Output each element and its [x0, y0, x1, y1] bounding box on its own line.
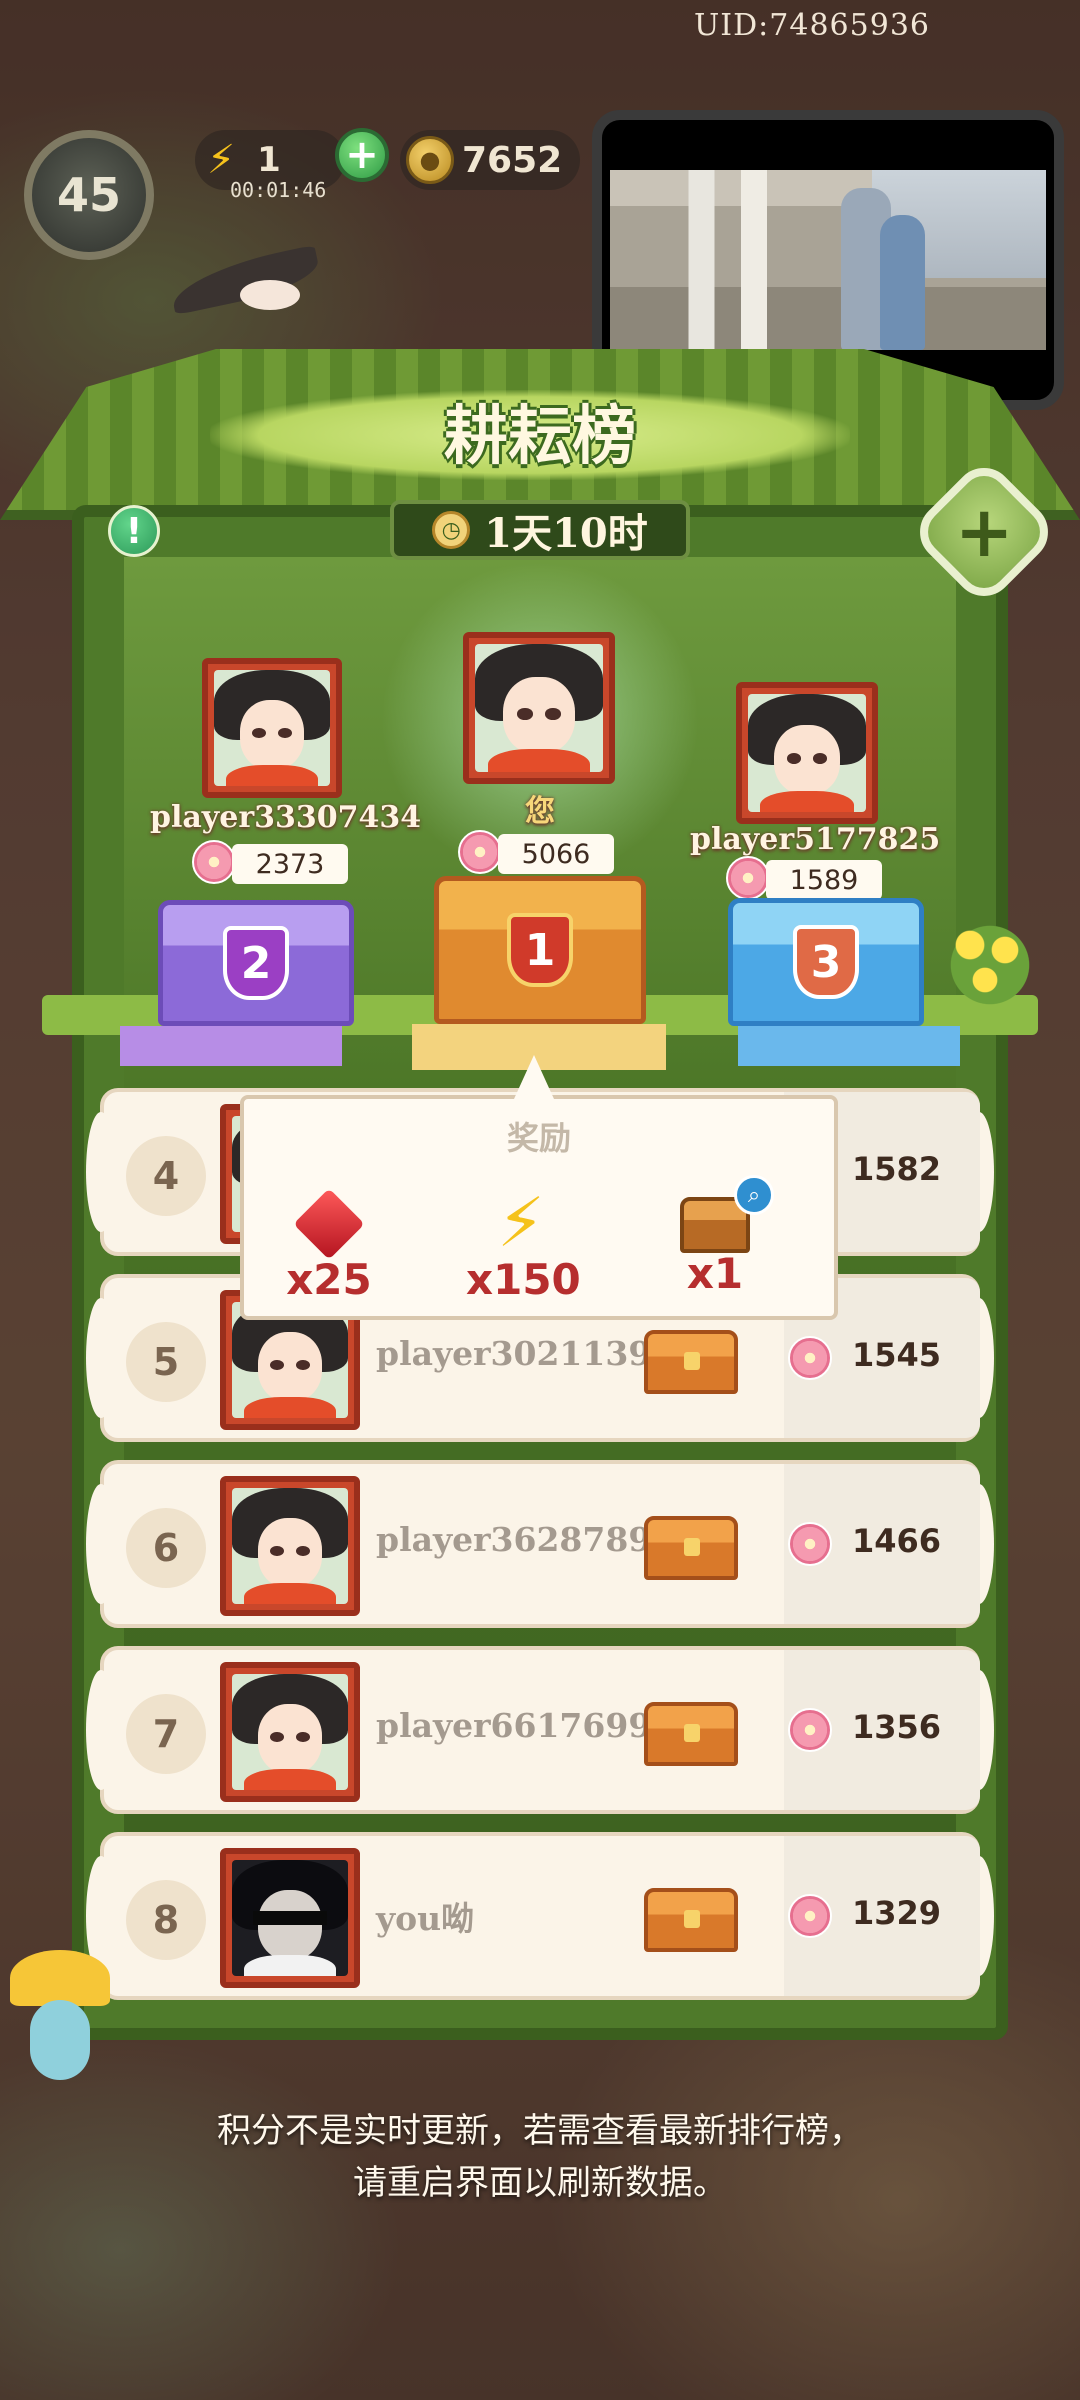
reward-chest-button[interactable] — [644, 1330, 738, 1394]
blossom-icon — [726, 856, 770, 900]
mascot-character[interactable] — [0, 1950, 120, 2100]
podium-name-1: 您 — [525, 794, 555, 829]
player-level-badge[interactable]: 45 — [24, 130, 154, 260]
clock-icon: ◷ — [432, 511, 471, 549]
rank-2-badge: 2 — [223, 926, 289, 1000]
row-rank: 5 — [126, 1322, 206, 1402]
podium-name-2: player33307434 — [150, 800, 422, 835]
coin-counter: ● 7652 — [400, 130, 580, 190]
level-number: 45 — [56, 168, 121, 222]
rank-2-chest: 2 — [158, 900, 354, 1026]
flower-decoration — [940, 915, 1040, 1015]
reward-amount: x25 — [286, 1255, 372, 1304]
row-score: 1545 — [852, 1336, 942, 1374]
row-avatar[interactable] — [220, 1848, 360, 1988]
swallow-decoration — [167, 244, 323, 320]
rank-1-badge: 1 — [507, 913, 573, 987]
refresh-notice: 积分不是实时更新，若需查看最新排行榜， 请重启界面以刷新数据。 — [0, 2105, 1080, 2209]
reward-chest-button[interactable] — [644, 1516, 738, 1580]
info-button[interactable]: ! — [108, 505, 160, 557]
blossom-icon — [192, 840, 236, 884]
user-id-label: UID:74865936 — [694, 8, 930, 43]
row-score: 1466 — [852, 1522, 942, 1560]
add-energy-button[interactable]: + — [335, 128, 389, 182]
countdown-timer: ◷ 1天10时 — [390, 500, 690, 560]
rank-2-pedestal — [120, 1026, 342, 1066]
leaderboard-row[interactable]: 8 you呦 1329 — [86, 1832, 994, 2000]
rank-3-pedestal — [738, 1026, 960, 1066]
rank-3-badge: 3 — [793, 925, 859, 999]
blossom-icon — [788, 1894, 832, 1938]
row-player-name: player66176994 — [376, 1706, 675, 1745]
energy-bolt-icon: ⚡ — [207, 137, 236, 183]
leaderboard-row[interactable]: 6 player36287895 1466 — [86, 1460, 994, 1628]
reward-amount: x1 — [686, 1249, 744, 1298]
energy-refill-timer: 00:01:46 — [230, 178, 327, 202]
reward-item-ruby: x25 — [274, 1188, 384, 1304]
reward-item-energy: ⚡ x150 — [466, 1184, 581, 1305]
row-score: 1582 — [852, 1150, 942, 1188]
coin-value: 7652 — [462, 139, 563, 181]
row-score: 1329 — [852, 1894, 942, 1932]
podium-score-1: 5066 — [498, 834, 614, 874]
reward-item-chest[interactable]: ⌕ x1 — [660, 1175, 774, 1298]
notice-line-1: 积分不是实时更新，若需查看最新排行榜， — [217, 2111, 863, 2151]
row-player-name: player30211399 — [376, 1334, 675, 1373]
podium-avatar-3[interactable] — [736, 682, 878, 824]
podium-name-3: player5177825 — [690, 822, 941, 857]
row-avatar[interactable] — [220, 1476, 360, 1616]
blossom-icon — [458, 830, 502, 874]
row-player-name: you呦 — [376, 1899, 475, 1938]
podium-avatar-2[interactable] — [202, 658, 342, 798]
ruby-icon — [293, 1188, 365, 1260]
reward-tooltip: 奖励 x25 ⚡ x150 ⌕ x1 — [240, 1055, 838, 1320]
reward-chest-button[interactable] — [644, 1888, 738, 1952]
reward-chest-button[interactable] — [644, 1702, 738, 1766]
row-rank: 4 — [126, 1136, 206, 1216]
leaderboard-title: 耕耘榜 — [444, 399, 636, 474]
podium-score-3: 1589 — [766, 860, 882, 900]
row-rank: 8 — [126, 1880, 206, 1960]
magnify-icon[interactable]: ⌕ — [734, 1175, 774, 1215]
tooltip-arrow — [514, 1055, 554, 1099]
row-avatar[interactable] — [220, 1662, 360, 1802]
countdown-text: 1天10时 — [484, 510, 648, 557]
row-rank: 6 — [126, 1508, 206, 1588]
rank-3-chest: 3 — [728, 898, 924, 1026]
podium-avatar-1[interactable] — [463, 632, 615, 784]
rank-1-chest: 1 — [434, 876, 646, 1024]
reward-title: 奖励 — [506, 1119, 571, 1157]
video-frame — [610, 170, 1046, 350]
energy-bolt-icon: ⚡ — [497, 1184, 545, 1263]
leaderboard-row[interactable]: 7 player66176994 1356 — [86, 1646, 994, 1814]
podium-score-2: 2373 — [232, 844, 348, 884]
blossom-icon — [788, 1522, 832, 1566]
row-player-name: player36287895 — [376, 1520, 675, 1559]
row-rank: 7 — [126, 1694, 206, 1774]
blossom-icon — [788, 1708, 832, 1752]
coin-icon: ● — [406, 136, 454, 184]
close-icon: + — [954, 491, 1014, 573]
blossom-icon — [788, 1336, 832, 1380]
row-score: 1356 — [852, 1708, 942, 1746]
energy-value: 1 — [257, 140, 281, 180]
notice-line-2: 请重启界面以刷新数据。 — [353, 2163, 727, 2203]
reward-amount: x150 — [466, 1255, 581, 1304]
